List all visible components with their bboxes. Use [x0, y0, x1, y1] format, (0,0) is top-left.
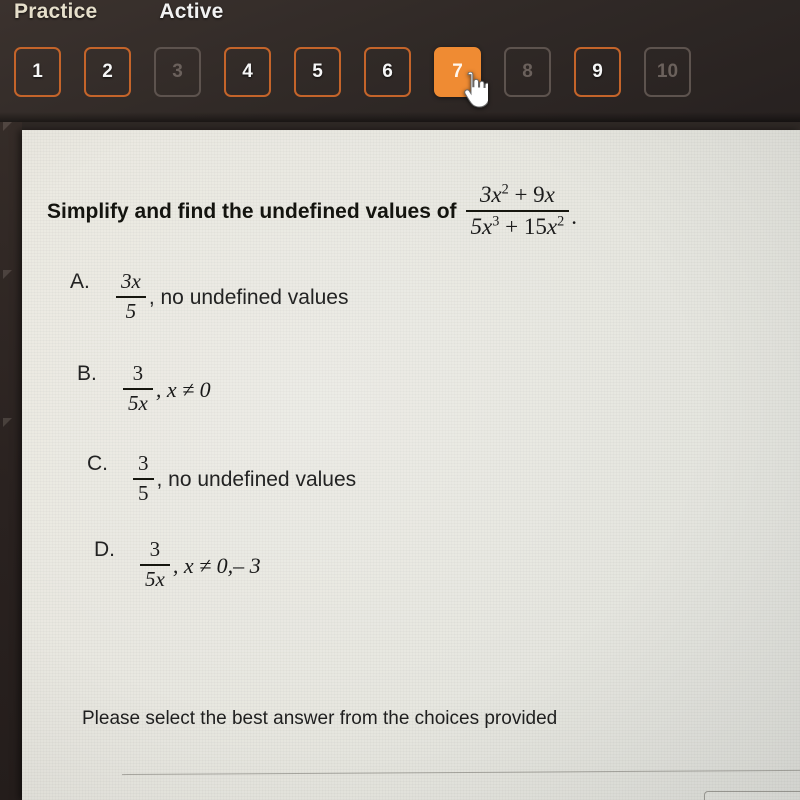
expression-period: .: [571, 203, 577, 229]
choice-letter-c: C.: [87, 452, 108, 475]
choice-d-fraction: 3 5x: [140, 537, 170, 591]
left-dark-rail: [0, 122, 22, 800]
question-number-button-1[interactable]: 1: [14, 47, 61, 97]
triangle-marker-icon: [3, 418, 12, 427]
choice-b-denominator: 5x: [128, 390, 148, 415]
choice-letter-d: D.: [94, 538, 115, 561]
answer-choice-d[interactable]: D. 3 5x , x ≠ 0,– 3: [94, 537, 261, 591]
choice-d-body: 3 5x , x ≠ 0,– 3: [140, 537, 261, 591]
question-number-button-8: 8: [504, 47, 551, 97]
expression-denominator: 5x3 + 15x2: [470, 213, 565, 239]
choice-b-body: 3 5x , x ≠ 0: [123, 361, 211, 415]
choice-b-condition: , x ≠ 0: [155, 376, 211, 402]
question-number-button-7[interactable]: 7: [434, 47, 481, 97]
fraction-bar: [123, 387, 153, 390]
choice-a-numerator: 3x: [121, 269, 141, 293]
question-number-button-9[interactable]: 9: [574, 47, 621, 97]
triangle-marker-icon: [3, 270, 12, 279]
triangle-marker-icon: [3, 122, 12, 131]
answer-choice-b[interactable]: B. 3 5x , x ≠ 0: [77, 361, 211, 415]
choice-c-numerator: 3: [138, 451, 149, 475]
answer-choice-c[interactable]: C. 3 5 , no undefined values: [87, 451, 357, 505]
choice-a-denominator: 5: [125, 298, 137, 323]
answer-choice-a[interactable]: A. 3x 5 , no undefined values: [70, 269, 349, 323]
footer-divider: [122, 769, 800, 776]
choice-letter-b: B.: [77, 362, 97, 385]
choice-letter-a: A.: [70, 270, 90, 293]
question-number-button-6[interactable]: 6: [364, 47, 411, 97]
question-number-button-2[interactable]: 2: [84, 47, 131, 97]
choice-c-fraction: 3 5: [133, 451, 154, 505]
fraction-bar: [116, 295, 146, 298]
footer-submit-button[interactable]: [704, 791, 800, 800]
choice-c-body: 3 5 , no undefined values: [133, 451, 357, 505]
question-number-list: 1 2 3 4 5 6 7 8 9 10: [14, 47, 691, 97]
quiz-nav-header: Practice Active 1 2 3 4 5 6 7 8 9 10: [0, 0, 800, 122]
question-number-button-3: 3: [154, 47, 201, 97]
section-title-practice: Practice: [14, 0, 98, 23]
question-expression-fraction: 3x2 + 9x 5x3 + 15x2: [465, 181, 570, 240]
choice-c-denominator: 5: [138, 480, 149, 505]
fraction-bar: [465, 209, 570, 212]
question-number-button-4[interactable]: 4: [224, 47, 271, 97]
choice-a-body: 3x 5 , no undefined values: [116, 269, 349, 323]
choice-b-fraction: 3 5x: [123, 361, 153, 415]
choice-d-denominator: 5x: [145, 566, 165, 591]
choice-c-condition: , no undefined values: [156, 467, 357, 491]
choice-b-numerator: 3: [132, 361, 144, 385]
fraction-bar: [140, 563, 170, 566]
tab-active[interactable]: Active: [159, 0, 223, 24]
fraction-bar: [133, 477, 154, 480]
choice-a-fraction: 3x 5: [116, 269, 146, 323]
question-prompt: Simplify and find the undefined values o…: [47, 181, 577, 240]
nav-tab-list: Practice Active: [14, 0, 224, 24]
choice-a-condition: , no undefined values: [148, 285, 349, 309]
instruction-note: Please select the best answer from the c…: [82, 708, 558, 729]
question-prompt-text: Simplify and find the undefined values o…: [47, 199, 457, 223]
choice-d-condition: , x ≠ 0,– 3: [172, 552, 261, 578]
question-number-button-10: 10: [644, 47, 691, 97]
quiz-screenshot: Practice Active 1 2 3 4 5 6 7 8 9 10 Simplify and…: [0, 0, 800, 800]
question-number-button-5[interactable]: 5: [294, 47, 341, 97]
question-panel: Simplify and find the undefined values o…: [22, 130, 800, 800]
expression-numerator: 3x2 + 9x: [479, 181, 555, 207]
choice-d-numerator: 3: [149, 537, 161, 561]
